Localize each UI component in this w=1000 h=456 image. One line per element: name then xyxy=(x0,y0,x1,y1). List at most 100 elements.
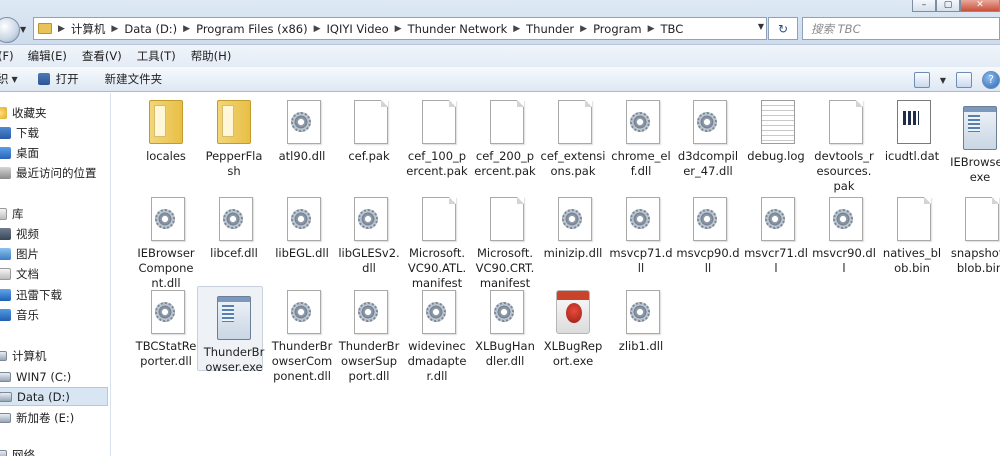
sidebar-section-label: 计算机 xyxy=(12,348,47,363)
sidebar-item-music[interactable]: 音乐 xyxy=(0,305,108,324)
minimize-button[interactable]: – xyxy=(912,0,936,12)
sidebar-network[interactable]: 网络 xyxy=(0,445,104,456)
chevron-down-icon: ▼ xyxy=(11,74,18,84)
sidebar-favorites[interactable]: 收藏夹 xyxy=(0,103,104,122)
sidebar-item-videos[interactable]: 视频 xyxy=(0,224,108,243)
file-item[interactable]: Microsoft. VC90.ATL. manifest xyxy=(404,197,470,291)
breadcrumb-item[interactable]: Program xyxy=(593,22,642,36)
sidebar-item-drive-e[interactable]: 新加卷 (E:) xyxy=(0,408,108,427)
file-item[interactable]: natives_bl ob.bin xyxy=(879,197,945,276)
sidebar-item-label: 桌面 xyxy=(16,145,39,160)
file-name: devtools_r esources. pak xyxy=(814,149,874,193)
chevron-right-icon[interactable]: ▶ xyxy=(395,24,402,34)
help-icon[interactable]: ? xyxy=(982,71,1000,89)
breadcrumb-item[interactable]: 计算机 xyxy=(71,21,106,37)
file-item[interactable]: libEGL.dll xyxy=(269,197,335,261)
file-item[interactable]: cef.pak xyxy=(336,100,402,164)
navigation-pane: 收藏夹 下载 桌面 最近访问的位置 库 视频 图片 文档 迅雷下载 音乐 计算机 xyxy=(0,93,111,456)
file-item[interactable]: msvcp90.d ll xyxy=(675,197,741,276)
file-item[interactable]: d3dcompil er_47.dll xyxy=(675,100,741,179)
open-button[interactable]: 打开 xyxy=(37,71,79,87)
preview-pane-icon[interactable] xyxy=(956,72,972,88)
chevron-right-icon[interactable]: ▶ xyxy=(314,24,321,34)
file-item[interactable]: debug.log xyxy=(743,100,809,164)
chevron-right-icon[interactable]: ▶ xyxy=(58,24,65,34)
file-item[interactable]: msvcp71.d ll xyxy=(608,197,674,276)
sidebar-item-pictures[interactable]: 图片 xyxy=(0,244,108,263)
file-item[interactable]: Microsoft. VC90.CRT. manifest xyxy=(472,197,538,291)
file-item[interactable]: cef_200_p ercent.pak xyxy=(472,100,538,179)
file-item[interactable]: atl90.dll xyxy=(269,100,335,164)
file-name: atl90.dll xyxy=(278,149,326,163)
sidebar-libraries[interactable]: 库 xyxy=(0,204,104,223)
breadcrumb-item[interactable]: Data (D:) xyxy=(124,22,177,36)
star-icon xyxy=(0,106,7,119)
chevron-right-icon[interactable]: ▶ xyxy=(648,24,655,34)
file-item[interactable]: icudtl.dat xyxy=(879,100,945,164)
search-input[interactable]: 搜索 TBC xyxy=(802,17,1000,40)
maximize-button[interactable]: ▢ xyxy=(936,0,960,12)
file-item[interactable]: locales xyxy=(133,100,199,164)
window-controls: – ▢ ✕ xyxy=(912,0,1000,12)
breadcrumb-item[interactable]: Program Files (x86) xyxy=(196,22,307,36)
sidebar-item-documents[interactable]: 文档 xyxy=(0,264,108,283)
file-item[interactable]: libcef.dll xyxy=(201,197,267,261)
breadcrumb-item[interactable]: Thunder xyxy=(526,22,574,36)
blank-file-icon xyxy=(421,100,456,144)
recent-pages-dropdown-icon[interactable]: ▼ xyxy=(20,25,26,34)
sidebar-computer[interactable]: 计算机 xyxy=(0,346,104,365)
chevron-right-icon[interactable]: ▶ xyxy=(580,24,587,34)
file-item[interactable]: zlib1.dll xyxy=(608,290,674,354)
close-button[interactable]: ✕ xyxy=(960,0,1000,12)
menu-file[interactable]: (F) xyxy=(0,49,14,63)
chevron-right-icon[interactable]: ▶ xyxy=(513,24,520,34)
sidebar-item-recent-places[interactable]: 最近访问的位置 xyxy=(0,163,108,182)
file-item[interactable]: msvcr71.dl l xyxy=(743,197,809,276)
address-bar[interactable]: ▶ 计算机 ▶ Data (D:) ▶ Program Files (x86) … xyxy=(33,17,767,40)
change-view-icon[interactable] xyxy=(913,72,930,88)
file-item[interactable]: devtools_r esources. pak xyxy=(811,100,877,194)
file-item[interactable]: widevinec dmadapte r.dll xyxy=(404,290,470,384)
address-history-dropdown-icon[interactable]: ▼ xyxy=(758,22,764,31)
file-item[interactable]: IEBrowser Compone nt.dll xyxy=(133,197,199,291)
file-item[interactable]: cef_extensi ons.pak xyxy=(540,100,606,179)
file-item[interactable]: chrome_el f.dll xyxy=(608,100,674,179)
sidebar-item-xunlei-downloads[interactable]: 迅雷下载 xyxy=(0,285,108,304)
file-item[interactable]: PepperFla sh xyxy=(201,100,267,179)
file-item[interactable]: snapshot_blob.bin xyxy=(947,197,1000,276)
menu-edit[interactable]: 编辑(E) xyxy=(28,48,67,64)
back-button[interactable] xyxy=(0,17,20,43)
sidebar-item-label: 视频 xyxy=(16,226,39,241)
file-item[interactable]: ThunderBr owserSup port.dll xyxy=(336,290,402,384)
organize-button[interactable]: 织 ▼ xyxy=(0,71,18,87)
file-item[interactable]: cef_100_p ercent.pak xyxy=(404,100,470,179)
refresh-button[interactable]: ↻ xyxy=(768,17,798,40)
sidebar-item-drive-c[interactable]: WIN7 (C:) xyxy=(0,367,108,386)
file-item[interactable]: minizip.dll xyxy=(540,197,606,261)
view-dropdown-icon[interactable]: ▼ xyxy=(940,76,946,85)
file-item[interactable]: msvcr90.dl l xyxy=(811,197,877,276)
breadcrumb-item[interactable]: IQIYI Video xyxy=(327,22,389,36)
new-folder-button[interactable]: 新建文件夹 xyxy=(105,71,163,87)
file-item[interactable]: libGLESv2. dll xyxy=(336,197,402,276)
new-folder-label: 新建文件夹 xyxy=(104,72,163,86)
menu-view[interactable]: 查看(V) xyxy=(82,48,122,64)
menu-tools[interactable]: 工具(T) xyxy=(137,48,176,64)
thunder-download-icon xyxy=(0,288,11,301)
sidebar-item-drive-d[interactable]: Data (D:) xyxy=(0,387,108,406)
breadcrumb-item[interactable]: Thunder Network xyxy=(408,22,508,36)
file-item[interactable]: XLBugRep ort.exe xyxy=(540,290,606,369)
document-library-icon xyxy=(0,267,11,280)
blank-file-icon xyxy=(896,197,931,241)
chevron-right-icon[interactable]: ▶ xyxy=(111,24,118,34)
chevron-right-icon[interactable]: ▶ xyxy=(183,24,190,34)
file-item[interactable]: ThunderBr owser.exe xyxy=(197,286,267,375)
file-item[interactable]: IEBrowser.exe xyxy=(947,100,1000,185)
file-item[interactable]: XLBugHan dler.dll xyxy=(472,290,538,369)
file-item[interactable]: ThunderBr owserCom ponent.dll xyxy=(269,290,335,384)
sidebar-item-desktop[interactable]: 桌面 xyxy=(0,143,108,162)
menu-help[interactable]: 帮助(H) xyxy=(191,48,232,64)
sidebar-item-downloads[interactable]: 下载 xyxy=(0,123,108,142)
file-item[interactable]: TBCStatRe porter.dll xyxy=(133,290,199,369)
breadcrumb-item[interactable]: TBC xyxy=(661,22,684,36)
